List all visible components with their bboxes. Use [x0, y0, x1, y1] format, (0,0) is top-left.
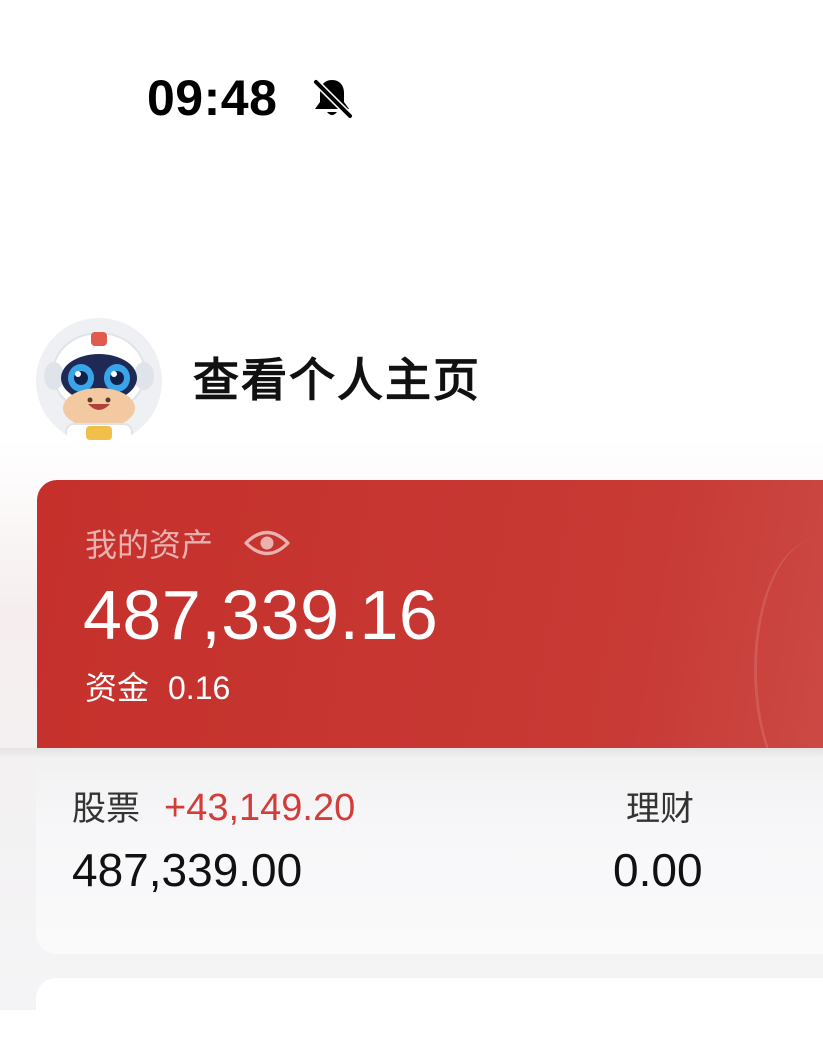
- avatar[interactable]: [36, 318, 162, 444]
- status-bar-time: 09:48: [147, 70, 278, 126]
- total-assets-value: 487,339.16: [83, 576, 439, 654]
- robot-mascot-avatar: [36, 318, 162, 444]
- cash-label: 资金: [85, 670, 150, 706]
- view-profile-link[interactable]: 查看个人主页: [193, 352, 481, 408]
- card-decoration: [754, 540, 823, 760]
- asset-label: 我的资产: [85, 527, 214, 563]
- next-section-card: [36, 978, 823, 1058]
- asset-summary-card[interactable]: 我的资产 487,339.16 资金 0.16: [37, 480, 823, 760]
- stock-label[interactable]: 股票: [72, 788, 140, 830]
- stock-profit-value: +43,149.20: [164, 787, 356, 829]
- cash-value: 0.16: [168, 670, 231, 706]
- asset-breakdown-card: 股票 +43,149.20 487,339.00 理财 0.00: [0, 748, 823, 954]
- bell-slash-icon: [312, 78, 354, 120]
- wealth-management-label[interactable]: 理财: [626, 788, 694, 830]
- stock-value[interactable]: 487,339.00: [72, 844, 302, 896]
- wealth-management-value[interactable]: 0.00: [613, 844, 703, 896]
- divider-shadow: [0, 748, 823, 758]
- eye-icon[interactable]: [243, 526, 291, 560]
